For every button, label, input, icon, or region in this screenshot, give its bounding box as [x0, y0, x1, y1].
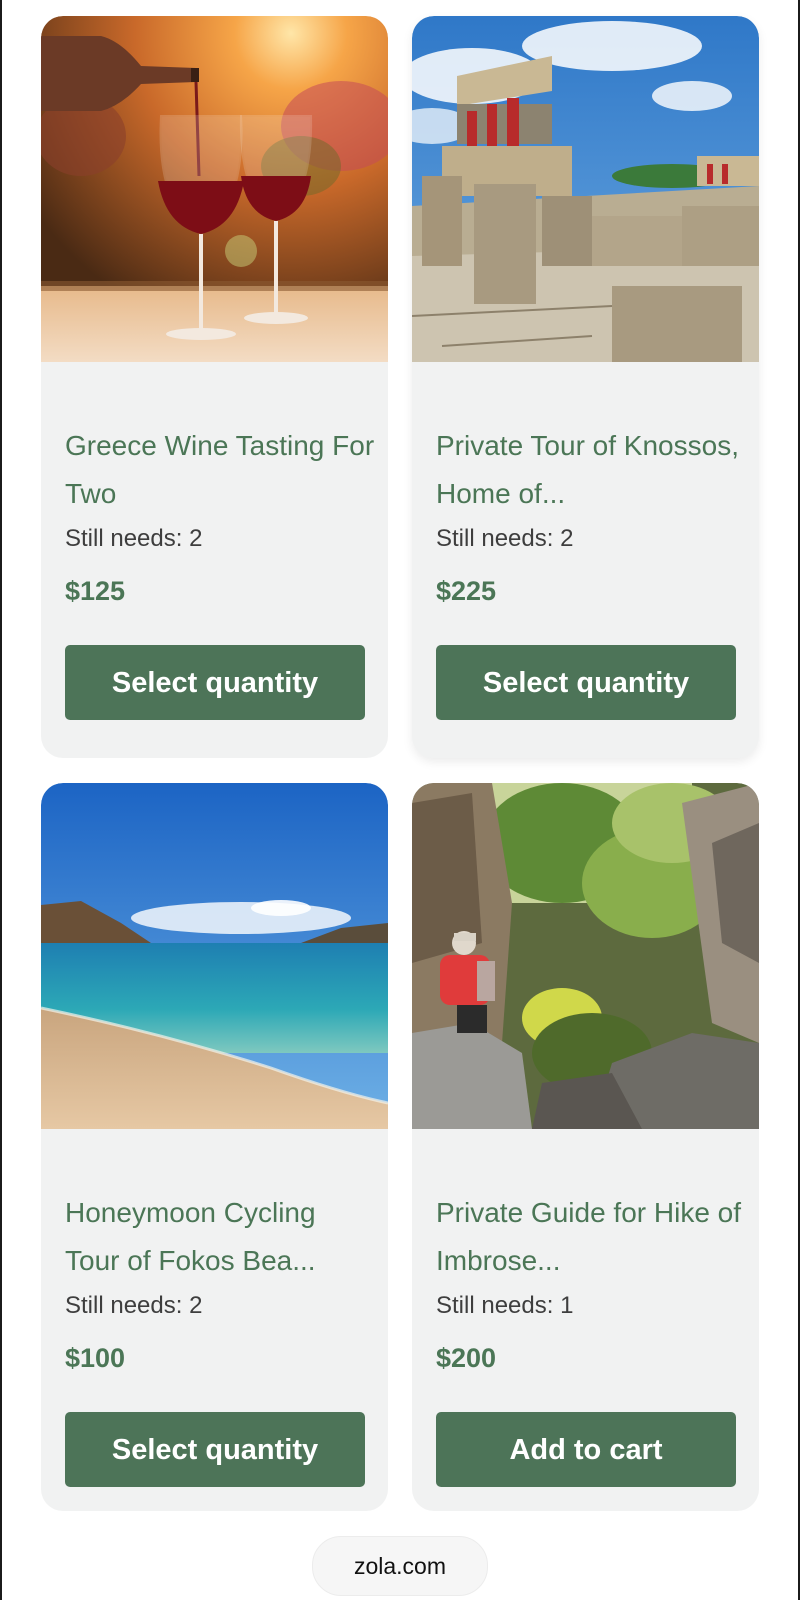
product-title[interactable]: Private Guide for Hike of Imbrose... — [436, 1189, 746, 1285]
registry-page: Greece Wine Tasting For Two Still needs:… — [0, 0, 800, 1600]
product-title[interactable]: Greece Wine Tasting For Two — [65, 422, 375, 518]
add-to-cart-button[interactable]: Add to cart — [436, 1412, 736, 1487]
product-image-gorge-hiker[interactable] — [412, 783, 759, 1129]
screen-edge-left — [0, 0, 2, 1600]
product-card-imbros-hike[interactable]: Private Guide for Hike of Imbrose... Sti… — [412, 783, 759, 1511]
browser-url-bar[interactable]: zola.com — [312, 1536, 488, 1596]
product-image-knossos-ruins[interactable] — [412, 16, 759, 362]
product-price: $100 — [65, 1343, 126, 1373]
product-card-fokos-cycling-tour[interactable]: Honeymoon Cycling Tour of Fokos Bea... S… — [41, 783, 388, 1511]
select-quantity-button[interactable]: Select quantity — [65, 1412, 365, 1487]
product-title[interactable]: Private Tour of Knossos, Home of... — [436, 422, 746, 518]
product-image-fokos-beach[interactable] — [41, 783, 388, 1129]
product-price: $200 — [436, 1343, 497, 1373]
product-image-wine-glasses[interactable] — [41, 16, 388, 362]
product-price: $225 — [436, 576, 497, 606]
product-price: $125 — [65, 576, 126, 606]
still-needs-label: Still needs: 2 — [65, 1292, 203, 1319]
select-quantity-button[interactable]: Select quantity — [65, 645, 365, 720]
still-needs-label: Still needs: 1 — [436, 1292, 574, 1319]
still-needs-label: Still needs: 2 — [65, 525, 203, 552]
select-quantity-button[interactable]: Select quantity — [436, 645, 736, 720]
still-needs-label: Still needs: 2 — [436, 525, 574, 552]
product-card-wine-tasting[interactable]: Greece Wine Tasting For Two Still needs:… — [41, 16, 388, 758]
product-card-knossos-tour[interactable]: Private Tour of Knossos, Home of... Stil… — [412, 16, 759, 758]
product-title[interactable]: Honeymoon Cycling Tour of Fokos Bea... — [65, 1189, 375, 1285]
